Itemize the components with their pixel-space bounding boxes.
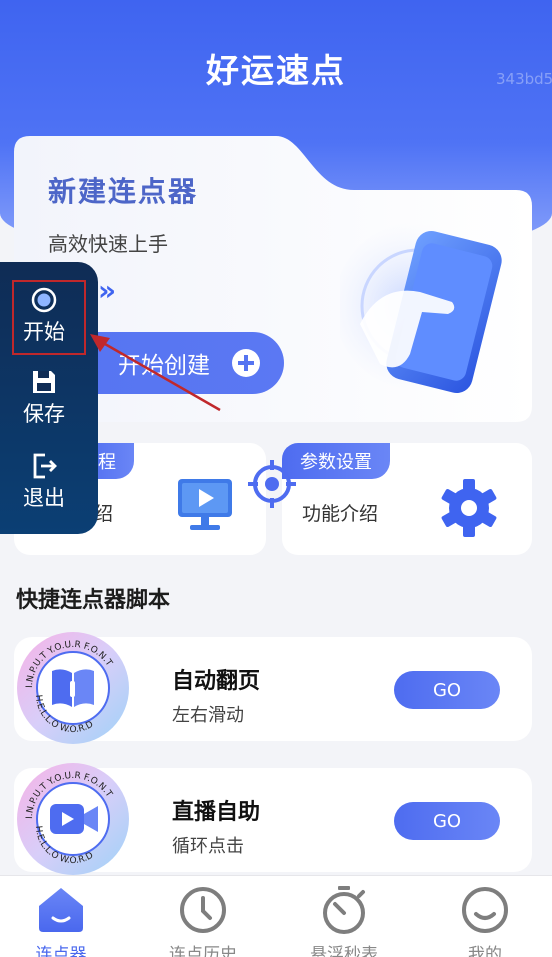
app-title: 好运速点 [206, 51, 346, 90]
tab-label: 连点历史 [169, 945, 237, 957]
tab-label: 我的 [468, 945, 502, 957]
home-icon [39, 888, 83, 932]
profile-smile-icon [462, 887, 508, 933]
gear-icon [441, 479, 497, 537]
stopwatch-icon [323, 886, 365, 934]
settings-text: 功能介绍 [302, 503, 379, 525]
tab-floating-stopwatch[interactable]: 悬浮秒表 [279, 886, 409, 957]
book-badge-icon: I.N.P.U.T Y.O.U.R F.O.N.T H.E.L.L.O W.O.… [17, 632, 129, 744]
tab-click-history[interactable]: 连点历史 [138, 886, 268, 957]
floppy-disk-icon [33, 371, 55, 393]
tab-label: 连点器 [35, 945, 87, 957]
script-card-auto-page[interactable]: I.N.P.U.T Y.O.U.R F.O.N.T H.E.L.L.O W.O.… [14, 632, 532, 744]
tab-clicker[interactable]: 连点器 [0, 886, 126, 957]
section-title: 快捷连点器脚本 [16, 588, 171, 613]
target-crosshair-icon[interactable] [248, 460, 296, 508]
phone-tap-illustration-icon [340, 222, 502, 393]
script-desc: 循环点击 [172, 836, 244, 857]
script-name: 自动翻页 [172, 669, 261, 694]
float-save-button[interactable]: 保存 [0, 368, 88, 428]
settings-card[interactable]: 参数设置 功能介绍 [282, 443, 532, 555]
create-card-subtitle: 高效快速上手 [48, 232, 168, 256]
pointer-arrow-icon [90, 334, 221, 412]
plus-circle-icon [232, 349, 260, 377]
settings-tag: 参数设置 [282, 443, 390, 479]
logout-icon [33, 453, 57, 479]
clock-icon [180, 887, 226, 933]
go-button[interactable]: GO [394, 671, 500, 709]
script-name: 直播自助 [172, 800, 261, 825]
video-badge-icon: I.N.P.U.T Y.O.U.R F.O.N.T H.E.L.L.O W.O.… [17, 763, 129, 875]
bottom-tab-bar: 连点器 连点历史 悬浮秒表 我的 [0, 875, 552, 957]
script-card-live-assist[interactable]: I.N.P.U.T Y.O.U.R F.O.N.T H.E.L.L.O W.O.… [14, 763, 532, 875]
float-exit-button[interactable]: 退出 [0, 452, 88, 512]
float-save-label: 保存 [23, 402, 65, 426]
watermark-text: 343bd5 [496, 70, 552, 88]
go-button[interactable]: GO [394, 802, 500, 840]
float-exit-label: 退出 [23, 486, 65, 510]
start-highlight-box [12, 280, 86, 355]
chevron-right-icon: » [98, 274, 117, 307]
create-card-title: 新建连点器 [48, 175, 199, 208]
monitor-play-icon [178, 479, 232, 530]
tab-me[interactable]: 我的 [420, 886, 550, 957]
tab-label: 悬浮秒表 [310, 945, 378, 957]
script-desc: 左右滑动 [172, 705, 244, 726]
